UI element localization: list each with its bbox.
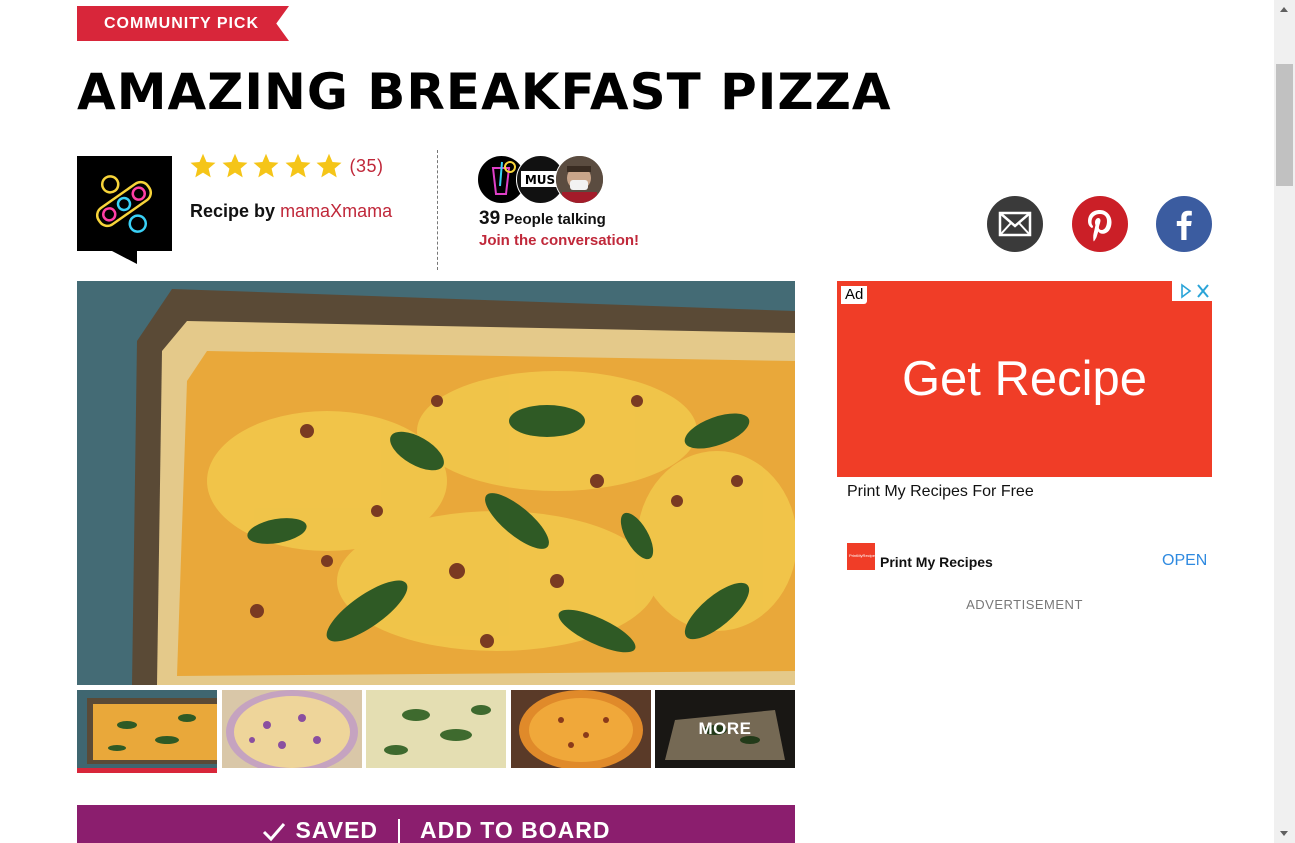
rating-stars[interactable]: (35) [189,152,384,180]
more-photos-label: MORE [655,690,795,768]
save-bar-divider [398,818,401,843]
star-icon [284,152,312,180]
thumbnail[interactable] [366,690,506,768]
community-pick-badge: COMMUNITY PICK [77,6,289,41]
thumbnail[interactable] [77,690,217,768]
thumbnail[interactable] [222,690,362,768]
photo-thumbnails: MORE [77,690,795,774]
checkmark-icon [263,822,286,841]
ad-subline[interactable]: Print My Recipes For Free [847,483,1034,501]
join-conversation-link[interactable]: Join the conversation! [479,232,639,249]
saved-button[interactable]: SAVED [295,817,378,843]
author-avatar[interactable] [77,156,172,264]
share-pinterest-button[interactable] [1072,196,1128,252]
scroll-up-arrow-icon[interactable] [1274,0,1295,17]
recipe-byline: Recipe by mamaXmama [190,201,392,222]
star-icon [315,152,343,180]
ad-open-button[interactable]: OPEN [1162,552,1207,570]
people-talking: 39 People talking [479,208,606,230]
commenter-avatar [555,155,604,204]
star-icon [221,152,249,180]
add-to-board-button[interactable]: ADD TO BOARD [420,817,610,843]
envelope-icon [998,211,1032,237]
main-recipe-photo[interactable] [77,281,795,685]
commenter-avatar-text: MUS [525,173,555,187]
author-link[interactable]: mamaXmama [280,201,392,221]
pinterest-icon [1088,210,1112,242]
vertical-scrollbar[interactable] [1274,0,1295,843]
thumbnail-active-indicator [77,768,217,773]
facebook-icon [1176,210,1192,240]
advertisement-label: ADVERTISEMENT [966,597,1083,612]
ad-brand-logo: PrintMyRecipes [847,543,878,570]
ad-choices[interactable] [1172,281,1212,301]
ad-headline: Get Recipe [901,352,1148,406]
share-facebook-button[interactable] [1156,196,1212,252]
scrollbar-thumb[interactable] [1276,64,1293,186]
ad-brand-logo-text: PrintMyRecipes [849,553,878,558]
rating-count[interactable]: (35) [350,156,384,177]
ad-banner[interactable]: Ad Get Recipe [837,281,1212,477]
adchoices-icon [1181,283,1192,299]
recipe-page: COMMUNITY PICK AMAZING BREAKFAST PIZZA (… [0,0,1274,843]
people-talking-label: People talking [504,211,606,228]
thumbnail[interactable] [511,690,651,768]
star-icon [252,152,280,180]
people-talking-count: 39 [479,208,501,229]
save-bar: SAVED ADD TO BOARD [77,805,795,843]
star-icon [189,152,217,180]
scroll-down-arrow-icon[interactable] [1274,826,1295,843]
header-divider [437,150,438,270]
ad-tag: Ad [841,286,868,304]
recipe-by-prefix: Recipe by [190,201,276,221]
share-email-button[interactable] [987,196,1043,252]
thumbnail-more[interactable]: MORE [655,690,795,768]
conversation-avatars[interactable]: MUS [477,155,607,204]
recipe-title: AMAZING BREAKFAST PIZZA [77,63,892,121]
ad-brand-name[interactable]: Print My Recipes [880,554,993,570]
